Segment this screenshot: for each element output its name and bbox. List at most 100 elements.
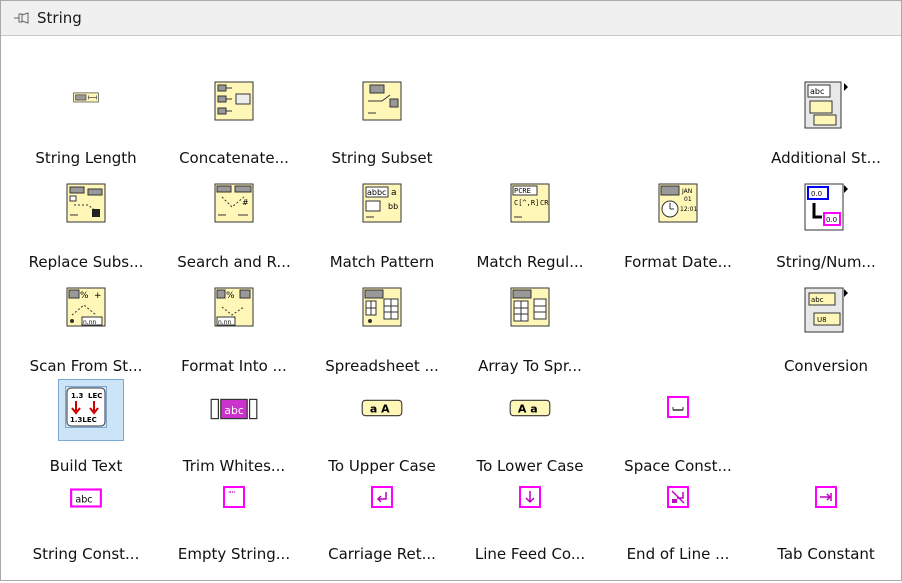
- item-label: Conversion: [783, 357, 869, 375]
- item-label: Carriage Ret...: [328, 545, 436, 563]
- match-regular-expression-item[interactable]: PCRE C[^,R] CR Match Regul...: [457, 179, 603, 279]
- string-subset-item[interactable]: String Subset: [309, 75, 455, 175]
- item-label: Replace Subs...: [28, 253, 144, 271]
- item-label: Line Feed Co...: [474, 545, 586, 563]
- spreadsheet-string-to-array-item[interactable]: Spreadsheet ...: [309, 283, 455, 383]
- svg-text:a A: a A: [370, 402, 390, 415]
- space-constant-icon: [667, 396, 689, 418]
- item-label: String Subset: [331, 149, 433, 167]
- item-label: Format Date...: [624, 253, 732, 271]
- array-to-spreadsheet-string-item[interactable]: Array To Spr...: [457, 283, 603, 383]
- tab-constant-item[interactable]: Tab Constant: [753, 483, 899, 583]
- item-label: Space Const...: [624, 457, 732, 475]
- item-label: Search and R...: [177, 253, 291, 271]
- match-pattern-item[interactable]: abbc a bb Match Pattern: [309, 179, 455, 279]
- svg-text:PCRE: PCRE: [514, 187, 531, 195]
- svg-text:n.nn: n.nn: [83, 319, 97, 326]
- conversion-folder-icon: abc U8: [804, 287, 848, 333]
- item-label: Concatenate...: [179, 149, 289, 167]
- to-upper-case-item[interactable]: a A To Upper Case: [309, 383, 455, 483]
- additional-string-functions-item[interactable]: abc Additional St...: [753, 75, 899, 175]
- scan-from-string-item[interactable]: % + n.nn Scan From St...: [13, 283, 159, 383]
- array-to-spreadsheet-icon: [510, 287, 550, 327]
- string-number-conversion-item[interactable]: 0.0 0.0 String/Num...: [753, 179, 899, 279]
- item-label: Trim Whites...: [182, 457, 286, 475]
- item-label: Tab Constant: [777, 545, 875, 563]
- search-and-replace-item[interactable]: # Search and R...: [161, 179, 307, 279]
- pin-icon[interactable]: [13, 11, 31, 25]
- replace-substring-icon: [66, 183, 106, 223]
- item-label: Build Text: [49, 457, 123, 475]
- conversion-item[interactable]: abc U8 Conversion: [753, 283, 899, 383]
- match-pattern-icon: abbc a bb: [362, 183, 402, 223]
- svg-text:abc: abc: [224, 404, 243, 417]
- item-label: End of Line ...: [626, 545, 730, 563]
- item-label: Scan From St...: [29, 357, 143, 375]
- svg-text:0.0: 0.0: [826, 216, 837, 224]
- svg-text:n.nn: n.nn: [218, 319, 232, 326]
- svg-text:%: %: [226, 291, 235, 301]
- string-number-folder-icon: 0.0 0.0: [804, 183, 848, 231]
- concatenate-strings-item[interactable]: Concatenate...: [161, 75, 307, 175]
- space-constant-item[interactable]: Space Const...: [605, 383, 751, 483]
- tab-constant-icon: [815, 486, 837, 508]
- svg-text:%: %: [80, 291, 89, 301]
- item-label: Additional St...: [771, 149, 881, 167]
- svg-text:#: #: [242, 198, 249, 207]
- format-into-string-icon: % n.nn: [214, 287, 254, 327]
- svg-text:0.0: 0.0: [811, 190, 822, 198]
- format-date-time-string-item[interactable]: JAN 01 12:01 Format Date...: [605, 179, 751, 279]
- end-of-line-icon: [667, 486, 689, 508]
- to-lower-case-item[interactable]: A a To Lower Case: [457, 383, 603, 483]
- scan-from-string-icon: % + n.nn: [66, 287, 106, 327]
- svg-text:U8: U8: [817, 316, 827, 324]
- end-of-line-constant-item[interactable]: End of Line ...: [605, 483, 751, 583]
- match-regex-icon: PCRE C[^,R] CR: [510, 183, 550, 223]
- svg-text:bb: bb: [388, 202, 398, 211]
- trim-whitespace-item[interactable]: abc Trim Whites...: [161, 383, 307, 483]
- empty-string-icon: "": [223, 486, 245, 508]
- string-length-item[interactable]: String Length: [13, 75, 159, 175]
- svg-text:abc: abc: [75, 494, 92, 505]
- svg-text:C[^,R]: C[^,R]: [514, 199, 539, 207]
- svg-text:1.3: 1.3: [71, 392, 84, 400]
- item-label: String Length: [35, 149, 137, 167]
- string-length-icon: [73, 92, 99, 103]
- trim-whitespace-icon: abc: [210, 398, 258, 420]
- additional-string-folder-icon: abc: [804, 81, 848, 129]
- item-label: String/Num...: [776, 253, 876, 271]
- svg-text:12:01: 12:01: [680, 206, 697, 213]
- svg-text:1.3LEC: 1.3LEC: [70, 416, 97, 424]
- svg-text:"": "": [228, 490, 235, 499]
- string-constant-item[interactable]: abc String Const...: [13, 483, 159, 583]
- item-label: Format Into ...: [181, 357, 287, 375]
- format-into-string-item[interactable]: % n.nn Format Into ...: [161, 283, 307, 383]
- svg-text:abc: abc: [810, 87, 824, 96]
- line-feed-constant-item[interactable]: Line Feed Co...: [457, 483, 603, 583]
- line-feed-icon: [519, 486, 541, 508]
- svg-text:01: 01: [684, 196, 692, 203]
- to-lower-case-icon: A a: [509, 399, 551, 417]
- svg-text:A a: A a: [518, 402, 538, 415]
- item-label: To Lower Case: [476, 457, 584, 475]
- string-palette: String String Length Concatenate... Stri…: [0, 0, 902, 581]
- item-label: Match Pattern: [329, 253, 435, 271]
- item-label: Array To Spr...: [478, 357, 582, 375]
- palette-titlebar: String: [1, 1, 901, 36]
- replace-substring-item[interactable]: Replace Subs...: [13, 179, 159, 279]
- carriage-return-constant-item[interactable]: Carriage Ret...: [309, 483, 455, 583]
- svg-text:JAN: JAN: [681, 188, 692, 195]
- format-date-icon: JAN 01 12:01: [658, 183, 698, 223]
- item-label: To Upper Case: [328, 457, 436, 475]
- empty-string-constant-item[interactable]: "" Empty String...: [161, 483, 307, 583]
- build-text-item[interactable]: 1.3 LEC 1.3LEC Build Text: [13, 379, 159, 483]
- item-label: Empty String...: [177, 545, 291, 563]
- to-upper-case-icon: a A: [361, 399, 403, 417]
- item-label: String Const...: [32, 545, 140, 563]
- string-constant-icon: abc: [70, 488, 102, 508]
- palette-title: String: [37, 9, 82, 27]
- build-text-icon: 1.3 LEC 1.3LEC: [65, 386, 107, 428]
- spreadsheet-to-array-icon: [362, 287, 402, 327]
- search-replace-icon: #: [214, 183, 254, 223]
- item-label: Spreadsheet ...: [325, 357, 439, 375]
